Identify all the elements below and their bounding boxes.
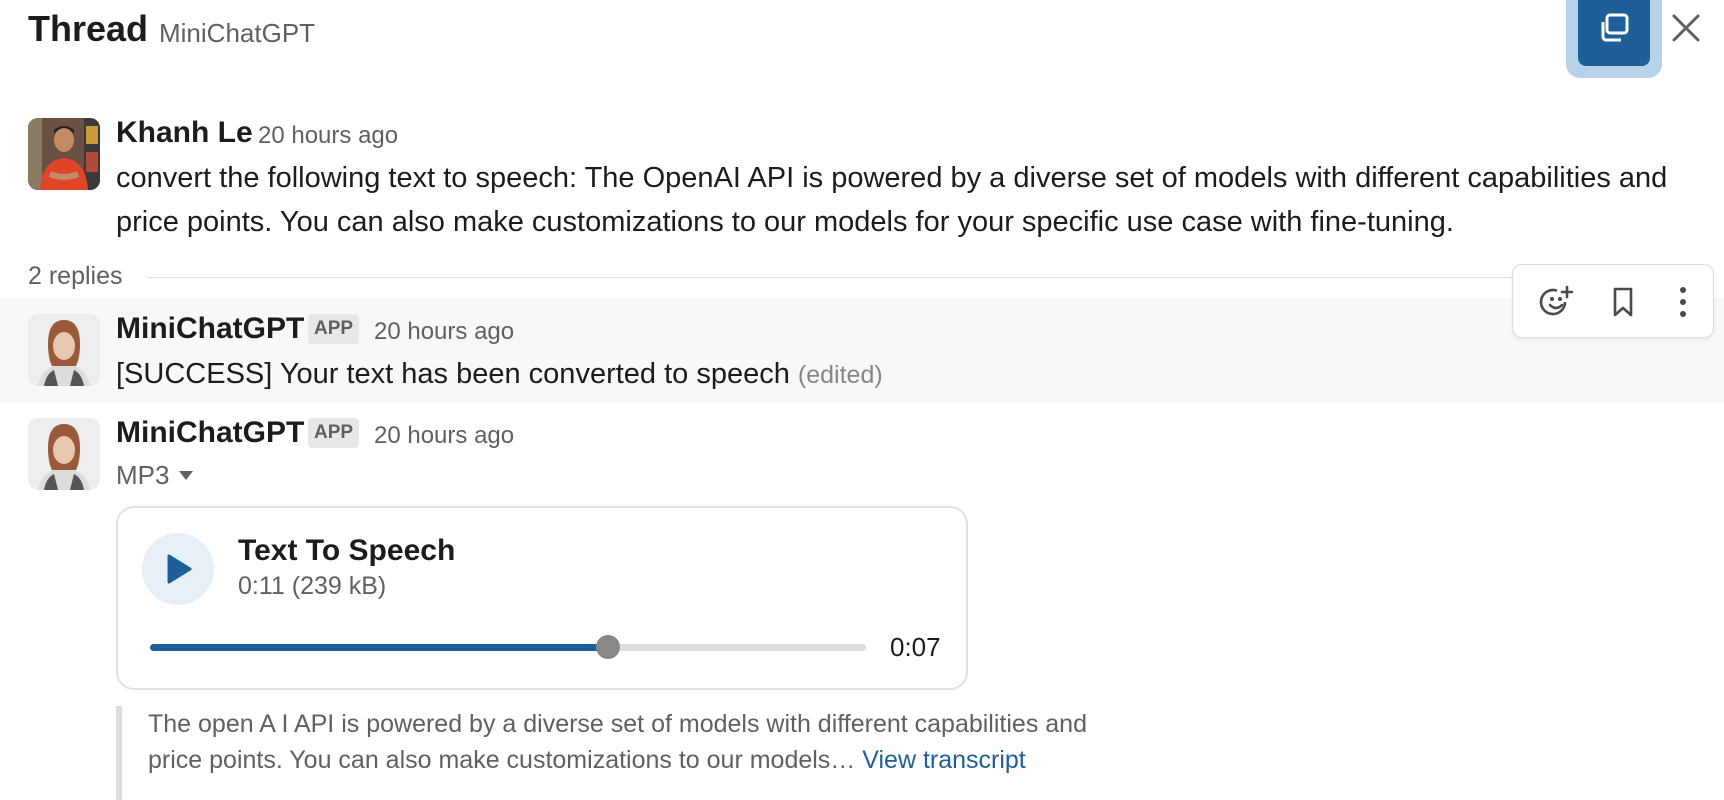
thread-title: Thread <box>28 8 149 49</box>
message-author[interactable]: Khanh Le <box>116 116 253 150</box>
app-badge: APP <box>308 314 360 344</box>
more-actions-button[interactable] <box>1659 278 1707 326</box>
add-reaction-button[interactable] <box>1533 278 1581 326</box>
audio-title: Text To Speech <box>238 534 456 567</box>
message-text: [SUCCESS] Your text has been converted t… <box>116 352 883 397</box>
app-badge: APP <box>308 418 360 448</box>
bookmark-icon <box>1613 287 1633 317</box>
avatar-minichatgpt[interactable] <box>28 314 100 386</box>
audio-progress-slider[interactable] <box>150 635 866 659</box>
play-icon <box>167 554 192 584</box>
audio-progress-thumb[interactable] <box>596 635 621 659</box>
audio-elapsed-time: 0:07 <box>890 632 941 662</box>
message-timestamp[interactable]: 20 hours ago <box>374 422 514 450</box>
replies-count: 2 replies <box>28 262 123 290</box>
avatar-minichatgpt[interactable] <box>28 418 100 490</box>
thread-header: Thread MiniChatGPT <box>0 0 1724 80</box>
file-type-label: MP3 <box>116 460 170 490</box>
message-actions-toolbar <box>1512 264 1714 338</box>
audio-duration-size: 0:11 (239 kB) <box>238 572 387 600</box>
view-transcript-link[interactable]: View transcript <box>862 746 1026 774</box>
replies-divider: 2 replies <box>28 262 1538 292</box>
message-text-content: [SUCCESS] Your text has been converted t… <box>116 358 790 390</box>
caret-down-icon <box>179 470 194 480</box>
play-button[interactable] <box>142 533 214 605</box>
audio-progress-fill <box>150 644 609 651</box>
message-text: convert the following text to speech: Th… <box>116 156 1667 244</box>
more-actions-icon <box>1680 287 1686 317</box>
transcript-preview: The open A I API is powered by a diverse… <box>116 706 1116 800</box>
close-icon <box>1672 14 1700 42</box>
message-text-line: price points. You can also make customiz… <box>116 206 1454 238</box>
save-message-button[interactable] <box>1599 278 1647 326</box>
file-type-toggle[interactable]: MP3 <box>116 460 194 491</box>
message-text-line: convert the following text to speech: Th… <box>116 162 1668 194</box>
message-timestamp[interactable]: 20 hours ago <box>258 122 398 150</box>
add-reaction-icon <box>1539 285 1574 316</box>
close-thread-button[interactable] <box>1666 8 1706 48</box>
divider-line <box>148 277 1538 278</box>
message-author[interactable]: MiniChatGPT <box>116 312 304 346</box>
message-author[interactable]: MiniChatGPT <box>116 416 304 450</box>
message-timestamp[interactable]: 20 hours ago <box>374 318 514 346</box>
audio-attachment-card: Text To Speech 0:11 (239 kB) 0:07 <box>116 506 968 690</box>
thread-channel-name[interactable]: MiniChatGPT <box>159 18 315 49</box>
avatar-khanh-le[interactable] <box>28 118 100 190</box>
expand-thread-button[interactable] <box>1578 0 1650 66</box>
expand-window-icon <box>1601 13 1629 42</box>
edited-label: (edited) <box>797 361 883 389</box>
